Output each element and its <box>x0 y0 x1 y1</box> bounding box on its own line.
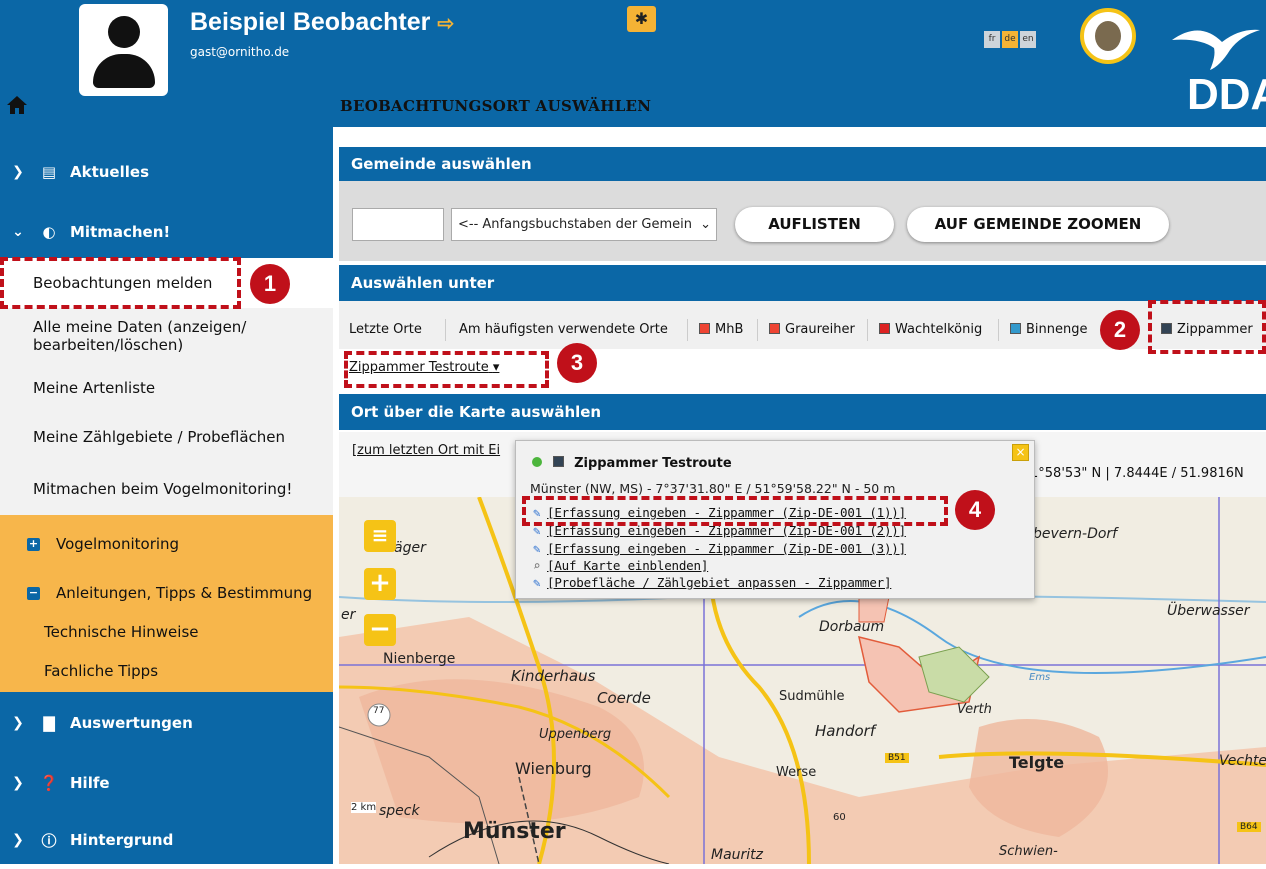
dda-bird-logo <box>1172 29 1260 70</box>
chevron-right-icon: ❯ <box>12 715 24 731</box>
tab-haeufigste-orte[interactable]: Am häufigsten verwendete Orte <box>459 311 668 349</box>
annotation-box-4 <box>522 496 948 526</box>
nav-hilfe[interactable]: ❯ ❓ Hilfe <box>0 754 333 812</box>
chevron-down-icon: ⌄ <box>12 224 24 240</box>
user-email: gast@ornitho.de <box>190 45 290 59</box>
nav-vogelmonitoring-mitmachen[interactable]: Mitmachen beim Vogelmonitoring! <box>0 463 333 515</box>
annotation-box-1 <box>0 257 241 309</box>
coordinate-readout: 1°58'53" N | 7.8444E / 51.9816N <box>1030 466 1244 481</box>
plus-icon: + <box>27 536 40 551</box>
gemeinde-input[interactable] <box>352 208 444 241</box>
newspaper-icon: ▤ <box>41 163 57 181</box>
tab-letzte-orte[interactable]: Letzte Orte <box>349 311 422 349</box>
chevron-down-icon: ⌄ <box>700 217 711 232</box>
nav-hintergrund[interactable]: ❯ ⓘ Hintergrund <box>0 811 333 869</box>
annotation-number-3: 3 <box>557 343 597 383</box>
zoom-in-button[interactable]: + <box>364 568 396 600</box>
red-square-icon <box>879 323 890 334</box>
tab-mhb[interactable]: MhB <box>699 311 743 349</box>
logout-icon[interactable]: ⇨ <box>437 13 454 35</box>
section-auswaehlen-title: Auswählen unter <box>339 265 1266 301</box>
chevron-right-icon: ❯ <box>12 164 24 180</box>
bar-chart-icon: ▇ <box>43 714 55 732</box>
nav-aktuelles[interactable]: ❯ ▤ Aktuelles <box>0 143 333 201</box>
lang-fr[interactable]: fr <box>984 31 1000 48</box>
auf-gemeinde-zoomen-button[interactable]: AUF GEMEINDE ZOOMEN <box>907 207 1169 242</box>
annotation-number-4: 4 <box>955 490 995 530</box>
annotation-number-2: 2 <box>1100 310 1140 350</box>
search-icon: ⌕ <box>533 558 541 573</box>
bug-report-icon[interactable]: ✱ <box>627 6 656 32</box>
page-title: BEOBACHTUNGSORT AUSWÄHLEN <box>340 97 652 115</box>
annotation-number-1: 1 <box>250 264 290 304</box>
red-square-icon <box>769 323 780 334</box>
nav-alle-meine-daten[interactable]: Alle meine Daten (anzeigen/bearbeiten/lö… <box>0 308 333 364</box>
gemeinde-select[interactable]: <-- Anfangsbuchstaben der Gemein ⌄ <box>451 208 717 241</box>
tab-graureiher[interactable]: Graureiher <box>769 311 855 349</box>
lang-en[interactable]: en <box>1020 31 1036 48</box>
nav-auswertungen[interactable]: ❯ ▇ Auswertungen <box>0 694 333 752</box>
question-icon: ❓ <box>39 774 59 792</box>
tab-binnenge[interactable]: Binnenge <box>1010 311 1088 349</box>
avatar-icon[interactable] <box>79 4 168 96</box>
section-gemeinde-title: Gemeinde auswählen <box>339 147 1266 181</box>
user-name: Beispiel Beobachter ⇨ <box>190 8 455 36</box>
layers-icon[interactable]: ≡ <box>364 520 396 552</box>
tab-wachtelkoenig[interactable]: Wachtelkönig <box>879 311 982 349</box>
dda-logo-text: DDA <box>1187 70 1266 119</box>
auflisten-button[interactable]: AUFLISTEN <box>735 207 894 242</box>
chevron-right-icon: ❯ <box>12 775 24 791</box>
orange-square-icon <box>699 323 710 334</box>
nav-technische-hinweise[interactable]: Technische Hinweise <box>0 613 333 650</box>
home-icon[interactable] <box>6 95 28 115</box>
nav-vogelmonitoring[interactable]: + Vogelmonitoring <box>0 515 333 573</box>
popup-link-erfassung-3[interactable]: ✎ [Erfassung eingeben - Zippammer (Zip-DE… <box>533 541 906 556</box>
lang-de[interactable]: de <box>1002 31 1018 48</box>
tab-spacer <box>339 301 1266 311</box>
nav-zaehlgebiete[interactable]: Meine Zählgebiete / Probeflächen <box>0 411 333 463</box>
blue-square-icon <box>1010 323 1021 334</box>
section-karte-title: Ort über die Karte auswählen <box>339 394 1266 430</box>
ornitho-owl-logo[interactable] <box>1080 8 1136 64</box>
edit-icon: ✎ <box>533 575 541 590</box>
popup-link-karte[interactable]: ⌕ [Auf Karte einblenden] <box>533 558 708 573</box>
edit-icon: ✎ <box>533 541 541 556</box>
binoculars-icon: ◐ <box>42 223 56 241</box>
green-dot-icon <box>532 457 542 467</box>
language-switcher: fr de en <box>984 31 1036 48</box>
dark-square-icon <box>552 456 564 467</box>
close-icon[interactable]: × <box>1012 444 1029 461</box>
popup-title: Zippammer Testroute <box>532 456 732 471</box>
annotation-box-2 <box>1148 300 1266 354</box>
popup-link-probeflaeche[interactable]: ✎ [Probefläche / Zählgebiet anpassen - Zi… <box>533 575 892 590</box>
annotation-box-3 <box>344 351 549 388</box>
map-scale: 2 km <box>351 802 377 813</box>
nav-mitmachen[interactable]: ⌄ ◐ Mitmachen! <box>0 203 333 261</box>
popup-subtitle: Münster (NW, MS) - 7°37'31.80" E / 51°59… <box>530 481 896 496</box>
last-location-link[interactable]: [zum letzten Ort mit Ei <box>352 443 500 458</box>
minus-icon: − <box>27 585 40 600</box>
nav-fachliche-tipps[interactable]: Fachliche Tipps <box>0 650 333 692</box>
nav-anleitungen[interactable]: − Anleitungen, Tipps & Bestimmung <box>0 573 333 613</box>
chevron-right-icon: ❯ <box>12 832 24 848</box>
zoom-out-button[interactable]: − <box>364 614 396 646</box>
nav-artenliste[interactable]: Meine Artenliste <box>0 364 333 411</box>
info-icon: ⓘ <box>41 831 57 850</box>
